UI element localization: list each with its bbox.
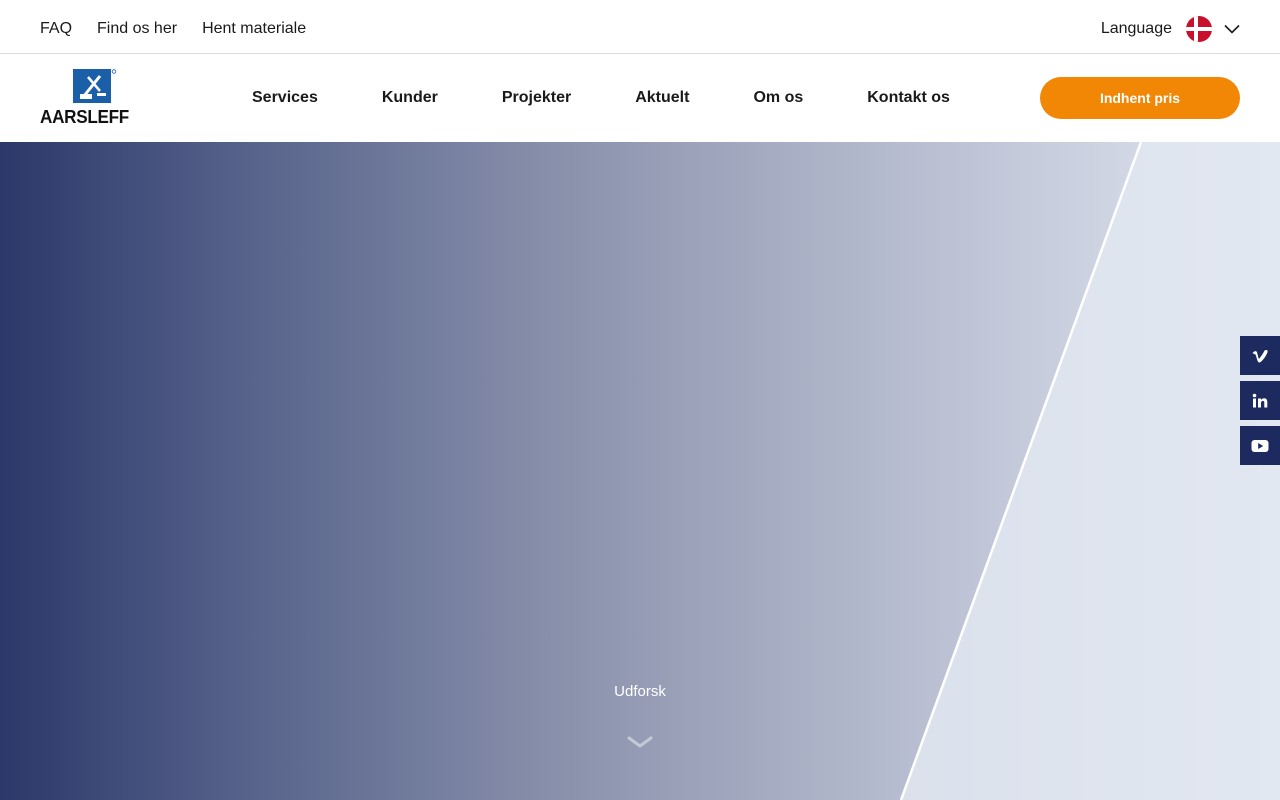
nav-kunder[interactable]: Kunder <box>382 89 438 107</box>
nav-projekter[interactable]: Projekter <box>502 89 571 107</box>
nav-om-os[interactable]: Om os <box>753 89 803 107</box>
language-selector[interactable]: Language <box>1101 0 1240 58</box>
logo-wordmark: AARSLEFF <box>40 107 129 127</box>
nav-services[interactable]: Services <box>252 89 318 107</box>
chevron-down-icon <box>1224 24 1240 34</box>
explore-label[interactable]: Udforsk <box>0 683 1280 700</box>
utility-links: FAQ Find os her Hent materiale <box>40 0 306 58</box>
download-material-link[interactable]: Hent materiale <box>202 20 306 38</box>
linkedin-icon <box>1252 393 1268 407</box>
youtube-icon <box>1251 439 1269 452</box>
hero-diagonal-line <box>899 142 1280 800</box>
nav-aktuelt[interactable]: Aktuelt <box>635 89 689 107</box>
youtube-button[interactable] <box>1240 426 1280 465</box>
faq-link[interactable]: FAQ <box>40 20 72 38</box>
logo-mark-icon <box>73 69 117 103</box>
vimeo-icon <box>1252 349 1268 363</box>
vimeo-button[interactable] <box>1240 336 1280 375</box>
linkedin-button[interactable] <box>1240 381 1280 420</box>
language-label: Language <box>1100 20 1172 37</box>
get-quote-button[interactable]: Indhent pris <box>1040 77 1240 119</box>
aarsleff-logo[interactable]: AARSLEFF <box>40 69 148 127</box>
main-nav: Services Kunder Projekter Aktuelt Om os … <box>252 54 950 142</box>
nav-kontakt-os[interactable]: Kontakt os <box>867 89 950 107</box>
utility-bar: FAQ Find os her Hent materiale Language <box>0 0 1280 54</box>
main-header: AARSLEFF Services Kunder Projekter Aktue… <box>0 54 1280 142</box>
find-us-link[interactable]: Find os her <box>97 20 177 38</box>
denmark-flag-icon <box>1186 16 1212 42</box>
hero-banner: Udforsk <box>0 142 1280 800</box>
chevron-down-icon[interactable] <box>627 736 653 748</box>
